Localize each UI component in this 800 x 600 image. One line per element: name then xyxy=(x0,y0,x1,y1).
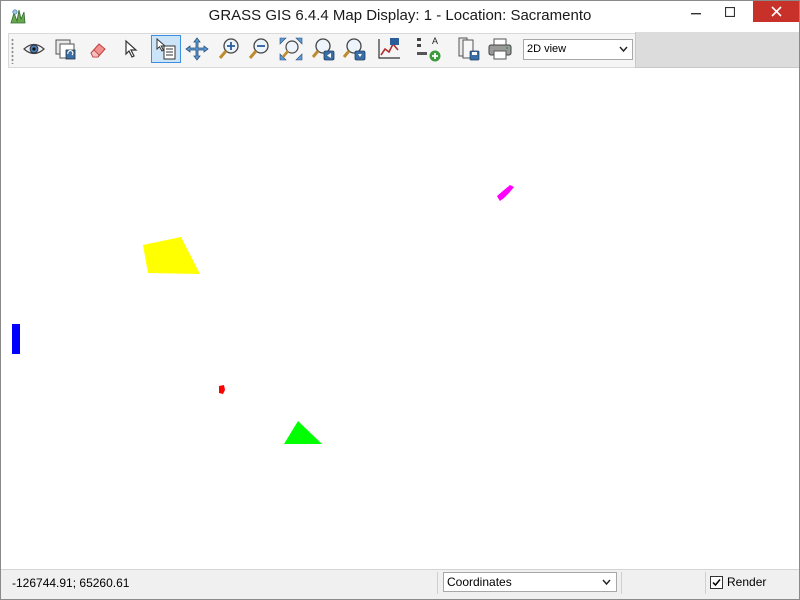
render-label: Render xyxy=(727,575,767,589)
print-button[interactable] xyxy=(486,35,514,63)
display-map-icon xyxy=(23,43,45,55)
pan-icon xyxy=(185,37,209,61)
zoom-extent-icon xyxy=(279,37,303,61)
zoom-in-icon xyxy=(218,38,239,59)
coordinates-readout: -126744.91; 65260.61 xyxy=(12,576,130,590)
yellow-polygon xyxy=(143,237,200,274)
magenta-feature xyxy=(497,185,514,201)
query-icon xyxy=(156,37,176,60)
green-triangle xyxy=(284,421,322,444)
checkmark-icon xyxy=(712,578,721,586)
decoration-button[interactable]: A xyxy=(415,35,443,63)
close-icon xyxy=(770,6,782,17)
render-map-button[interactable] xyxy=(51,35,79,63)
render-map-icon xyxy=(55,39,76,60)
zoom-in-button[interactable] xyxy=(215,35,243,63)
display-map-button[interactable] xyxy=(20,35,48,63)
print-icon xyxy=(488,38,512,60)
maximize-button[interactable] xyxy=(713,1,747,22)
statusbar-mode-select[interactable]: Coordinates xyxy=(443,572,617,592)
chevron-down-icon xyxy=(602,579,611,586)
save-image-button[interactable] xyxy=(454,35,482,63)
map-layers xyxy=(12,185,514,444)
erase-display-button[interactable] xyxy=(84,35,112,63)
zoom-out-button[interactable] xyxy=(245,35,273,63)
map-toolbar: A 2D view xyxy=(1,32,799,68)
erase-display-icon xyxy=(90,43,106,58)
status-separator xyxy=(621,572,622,594)
status-bar: -126744.91; 65260.61 Coordinates Render xyxy=(1,569,799,599)
statusbar-mode-value: Coordinates xyxy=(447,575,512,589)
toolbar-filler xyxy=(635,32,799,68)
zoom-back-button[interactable] xyxy=(309,35,337,63)
close-button[interactable] xyxy=(753,1,799,22)
minimize-button[interactable] xyxy=(679,1,713,22)
decoration-icon: A xyxy=(417,36,441,62)
render-checkbox[interactable]: Render xyxy=(710,575,766,589)
save-image-icon xyxy=(458,37,480,61)
red-feature xyxy=(219,385,225,394)
query-button[interactable] xyxy=(151,35,181,63)
status-separator xyxy=(705,572,706,594)
checkbox-box[interactable] xyxy=(710,575,723,589)
map-display-window: GRASS GIS 6.4.4 Map Display: 1 - Locatio… xyxy=(0,0,800,600)
pan-button[interactable] xyxy=(183,35,211,63)
chevron-down-icon xyxy=(619,46,628,53)
zoom-menu-button[interactable] xyxy=(340,35,368,63)
zoom-menu-icon xyxy=(342,38,366,61)
analyze-button[interactable] xyxy=(375,35,403,63)
zoom-back-icon xyxy=(311,38,335,61)
zoom-extent-button[interactable] xyxy=(277,35,305,63)
view-mode-select[interactable]: 2D view xyxy=(523,39,633,60)
title-bar: GRASS GIS 6.4.4 Map Display: 1 - Locatio… xyxy=(1,1,799,32)
pointer-button[interactable] xyxy=(118,35,146,63)
pointer-icon xyxy=(125,39,138,58)
toolbar-grip[interactable] xyxy=(11,38,14,64)
blue-feature xyxy=(12,324,20,354)
zoom-out-icon xyxy=(248,38,269,59)
map-canvas[interactable] xyxy=(1,68,799,569)
minimize-icon xyxy=(691,12,701,14)
svg-text:A: A xyxy=(432,36,438,46)
analyze-icon xyxy=(378,38,400,59)
status-separator xyxy=(437,572,438,594)
maximize-icon xyxy=(725,6,735,17)
view-mode-value: 2D view xyxy=(527,43,567,55)
